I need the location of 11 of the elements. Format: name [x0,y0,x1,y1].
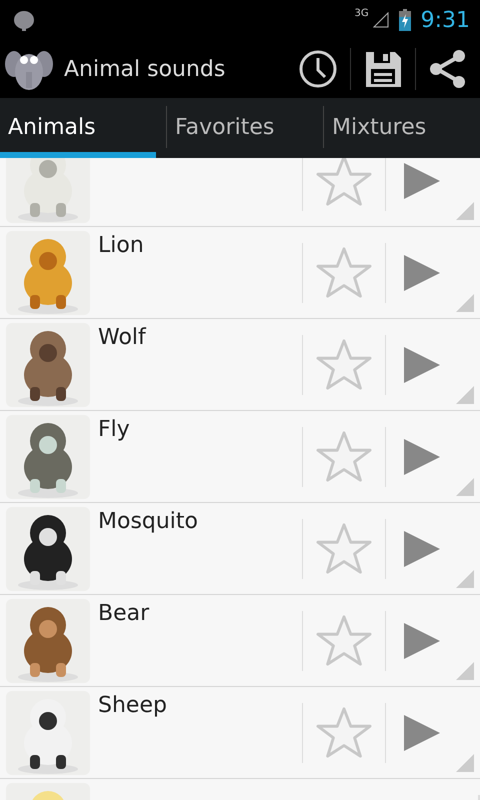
network-type: 3G [354,8,369,19]
animal-name: Lion [98,233,144,258]
animal-name: Bear [98,601,150,626]
tab[interactable]: Favorites [167,98,323,158]
app-title: Animal sounds [64,56,226,82]
tab[interactable]: Mixtures [324,98,480,158]
animal-name: Wolf [98,325,146,350]
animal-name: Mosquito [98,509,198,534]
clock: 9:31 [420,8,470,32]
animal-name: Sheep [98,693,167,718]
animal-name: Fly [98,417,130,442]
